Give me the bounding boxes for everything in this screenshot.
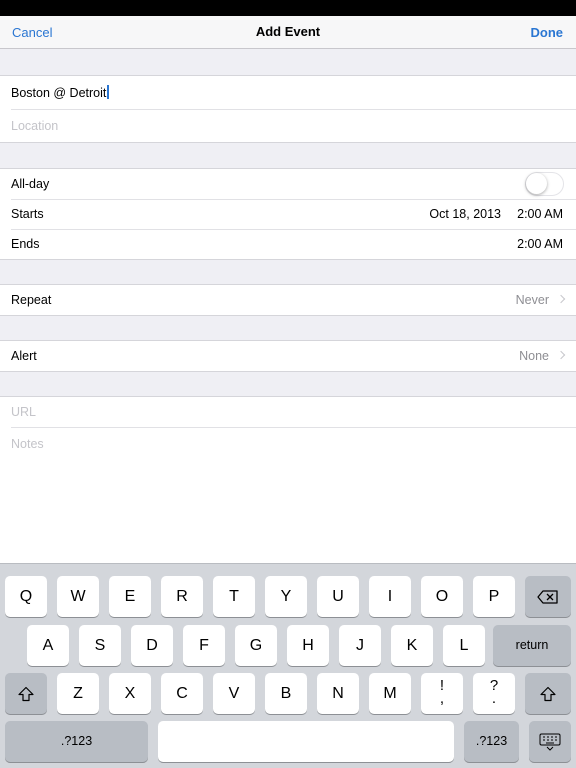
starts-time: 2:00 AM xyxy=(517,207,563,221)
key-q[interactable]: Q xyxy=(5,576,47,617)
key-l[interactable]: L xyxy=(443,625,485,666)
key-p[interactable]: P xyxy=(473,576,515,617)
repeat-group: Repeat Never xyxy=(0,284,576,316)
notes-placeholder: Notes xyxy=(11,437,44,451)
ends-time: 2:00 AM xyxy=(517,237,563,251)
key-u[interactable]: U xyxy=(317,576,359,617)
key-comma-label: , xyxy=(439,690,445,707)
alert-group: Alert None xyxy=(0,340,576,372)
key-x[interactable]: X xyxy=(109,673,151,714)
key-h[interactable]: H xyxy=(287,625,329,666)
hide-keyboard-key[interactable] xyxy=(529,721,571,762)
ends-row[interactable]: Ends 2:00 AM xyxy=(0,229,576,259)
key-o[interactable]: O xyxy=(421,576,463,617)
alert-label: Alert xyxy=(11,349,37,363)
repeat-row[interactable]: Repeat Never xyxy=(0,285,576,315)
keyboard-hide-icon xyxy=(539,733,561,751)
text-cursor xyxy=(107,85,110,99)
shift-icon xyxy=(18,686,34,701)
shift-icon xyxy=(540,686,556,701)
repeat-value: Never xyxy=(515,293,549,307)
space-key[interactable] xyxy=(158,721,454,762)
notes-field[interactable]: Notes xyxy=(0,427,576,563)
key-n[interactable]: N xyxy=(317,673,359,714)
starts-label: Starts xyxy=(11,207,44,221)
title-location-group: Boston @ Detroit Location xyxy=(0,75,576,143)
key-y[interactable]: Y xyxy=(265,576,307,617)
keyboard: Q W E R T Y U I O P A S D F G H J K L re… xyxy=(0,563,576,768)
toggle-knob xyxy=(526,173,547,194)
location-placeholder: Location xyxy=(11,119,59,133)
alert-row[interactable]: Alert None xyxy=(0,341,576,371)
ends-label: Ends xyxy=(11,237,40,251)
starts-row[interactable]: Starts Oct 18, 2013 2:00 AM xyxy=(0,199,576,229)
key-v[interactable]: V xyxy=(213,673,255,714)
done-button[interactable]: Done xyxy=(531,25,564,40)
key-c[interactable]: C xyxy=(161,673,203,714)
key-m[interactable]: M xyxy=(369,673,411,714)
schedule-group: All-day Starts Oct 18, 2013 2:00 AM Ends… xyxy=(0,168,576,260)
numbers-key-right[interactable]: .?123 xyxy=(464,721,519,762)
backspace-key[interactable] xyxy=(525,576,571,617)
title-field-value: Boston @ Detroit xyxy=(11,85,110,100)
key-w[interactable]: W xyxy=(57,576,99,617)
key-r[interactable]: R xyxy=(161,576,203,617)
key-t[interactable]: T xyxy=(213,576,255,617)
allday-row: All-day xyxy=(0,169,576,199)
title-field[interactable]: Boston @ Detroit xyxy=(0,76,576,109)
key-s[interactable]: S xyxy=(79,625,121,666)
shift-key-right[interactable] xyxy=(525,673,571,714)
key-period-label: . xyxy=(491,690,497,707)
allday-label: All-day xyxy=(11,177,50,191)
url-field[interactable]: URL xyxy=(0,397,576,427)
alert-value: None xyxy=(519,349,549,363)
repeat-label: Repeat xyxy=(11,293,52,307)
key-g[interactable]: G xyxy=(235,625,277,666)
starts-date: Oct 18, 2013 xyxy=(429,207,501,221)
url-placeholder: URL xyxy=(11,405,37,419)
location-field[interactable]: Location xyxy=(0,109,576,142)
key-z[interactable]: Z xyxy=(57,673,99,714)
key-b[interactable]: B xyxy=(265,673,307,714)
backspace-icon xyxy=(537,589,558,604)
key-exclaim-comma[interactable]: ! , xyxy=(421,673,463,714)
navigation-bar: Cancel Add Event Done xyxy=(0,16,576,49)
shift-key-left[interactable] xyxy=(5,673,47,714)
page-title: Add Event xyxy=(255,24,321,39)
chevron-right-icon xyxy=(556,350,566,360)
allday-toggle[interactable] xyxy=(525,172,564,196)
key-question-period[interactable]: ? . xyxy=(473,673,515,714)
key-k[interactable]: K xyxy=(391,625,433,666)
key-e[interactable]: E xyxy=(109,576,151,617)
status-bar xyxy=(0,0,576,16)
key-f[interactable]: F xyxy=(183,625,225,666)
key-j[interactable]: J xyxy=(339,625,381,666)
numbers-key-left[interactable]: .?123 xyxy=(5,721,148,762)
chevron-right-icon xyxy=(556,294,566,304)
key-a[interactable]: A xyxy=(27,625,69,666)
key-i[interactable]: I xyxy=(369,576,411,617)
url-notes-group: URL Notes xyxy=(0,396,576,564)
key-d[interactable]: D xyxy=(131,625,173,666)
return-key[interactable]: return xyxy=(493,625,571,666)
